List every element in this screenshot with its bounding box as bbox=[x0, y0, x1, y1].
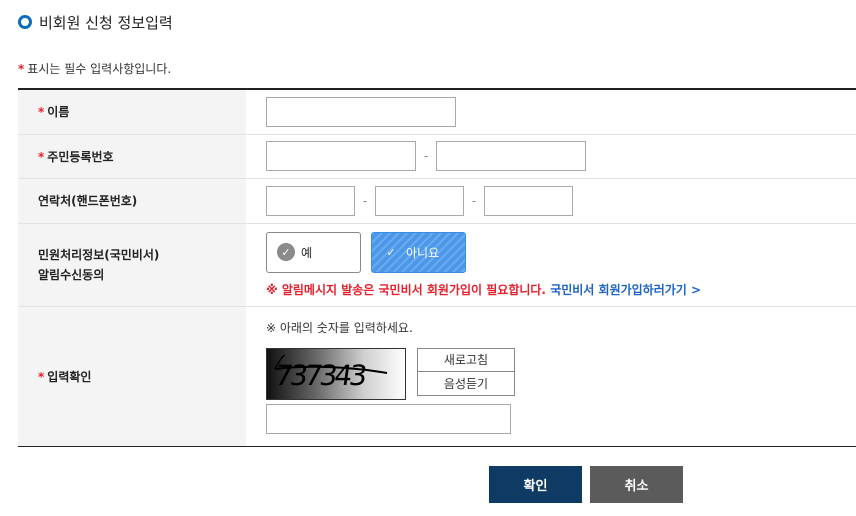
name-row: * 이름 bbox=[18, 89, 856, 135]
rrn-row: * 주민등록번호 - bbox=[18, 134, 856, 179]
name-label-text: 이름 bbox=[47, 105, 70, 120]
required-note: * 표시는 필수 입력사항입니다. bbox=[18, 60, 171, 77]
phone-label: 연락처(핸드폰번호) bbox=[18, 178, 246, 224]
circle-bullet-icon bbox=[18, 15, 32, 29]
cancel-button[interactable]: 취소 bbox=[590, 466, 683, 503]
consent-no-label: 아니요 bbox=[406, 245, 440, 260]
applicant-form: * 이름 * 주민등록번호 - 연락처(핸드폰번호) -- 민원처리정보(국민비서)… bbox=[18, 88, 856, 447]
refresh-button[interactable]: 새로고침 bbox=[417, 347, 515, 372]
check-icon: ✓ bbox=[386, 245, 396, 259]
audio-button[interactable]: 음성듣기 bbox=[417, 371, 515, 396]
dash: - bbox=[423, 149, 429, 163]
dash: - bbox=[362, 193, 368, 208]
required-star-icon: * bbox=[38, 105, 45, 120]
required-note-text: 표시는 필수 입력사항입니다. bbox=[27, 62, 172, 76]
required-star-icon: * bbox=[38, 369, 45, 384]
name-label: * 이름 bbox=[18, 89, 246, 135]
required-star-icon: * bbox=[18, 62, 25, 76]
captcha-guide: ※ 아래의 숫자를 입력하세요. bbox=[266, 320, 413, 335]
notice-text: ※ 알림메시지 발송은 국민비서 회원가입이 필요합니다. bbox=[266, 282, 546, 297]
consent-label-line2: 알림수신동의 bbox=[38, 267, 105, 282]
captcha-input[interactable] bbox=[266, 403, 511, 434]
captcha-label-text: 입력확인 bbox=[47, 369, 92, 384]
consent-notice: ※ 알림메시지 발송은 국민비서 회원가입이 필요합니다. 국민비서 회원가입하… bbox=[266, 281, 856, 298]
required-star-icon: * bbox=[38, 149, 45, 164]
phone-first-input[interactable] bbox=[266, 185, 355, 216]
consent-row: 민원처리정보(국민비서) 알림수신동의 ✓ 예 ✓ 아니요 ※ 알림메시지 발송은 국… bbox=[18, 223, 856, 307]
captcha-row: * 입력확인 ※ 아래의 숫자를 입력하세요. 737343 새로고침 음성듣기 bbox=[18, 306, 856, 447]
consent-yes-button[interactable]: ✓ 예 bbox=[266, 231, 361, 273]
rrn-label: * 주민등록번호 bbox=[18, 134, 246, 179]
phone-row: 연락처(핸드폰번호) - - bbox=[18, 178, 856, 224]
rrn-first-input[interactable] bbox=[266, 141, 416, 171]
captcha-label: * 입력확인 bbox=[18, 306, 246, 447]
signup-link[interactable]: 국민비서 회원가입하러가기 > bbox=[550, 283, 701, 297]
phone-middle-input[interactable] bbox=[375, 185, 464, 216]
check-icon: ✓ bbox=[277, 243, 295, 261]
dash: - bbox=[471, 193, 477, 208]
captcha-area: 737343 새로고침 음성듣기 bbox=[266, 347, 856, 400]
rrn-label-text: 주민등록번호 bbox=[47, 149, 114, 164]
name-input[interactable] bbox=[266, 96, 456, 127]
consent-no-button[interactable]: ✓ 아니요 bbox=[371, 231, 466, 273]
page-title: 비회원 신청 정보입력 bbox=[18, 10, 173, 34]
captcha-image: 737343 bbox=[266, 347, 406, 400]
rrn-second-input[interactable] bbox=[436, 141, 586, 171]
captcha-buttons: 새로고침 음성듣기 bbox=[417, 347, 515, 396]
captcha-image-graphic: 737343 bbox=[273, 353, 388, 392]
page-title-text: 비회원 신청 정보입력 bbox=[39, 13, 173, 32]
confirm-button[interactable]: 확인 bbox=[489, 466, 582, 503]
consent-label-line1: 민원처리정보(국민비서) bbox=[38, 247, 160, 262]
consent-label: 민원처리정보(국민비서) 알림수신동의 bbox=[18, 223, 246, 307]
captcha-image-text: 737343 bbox=[273, 359, 368, 392]
consent-yes-label: 예 bbox=[301, 245, 313, 260]
phone-last-input[interactable] bbox=[484, 185, 573, 216]
consent-options: ✓ 예 ✓ 아니요 bbox=[266, 231, 856, 273]
